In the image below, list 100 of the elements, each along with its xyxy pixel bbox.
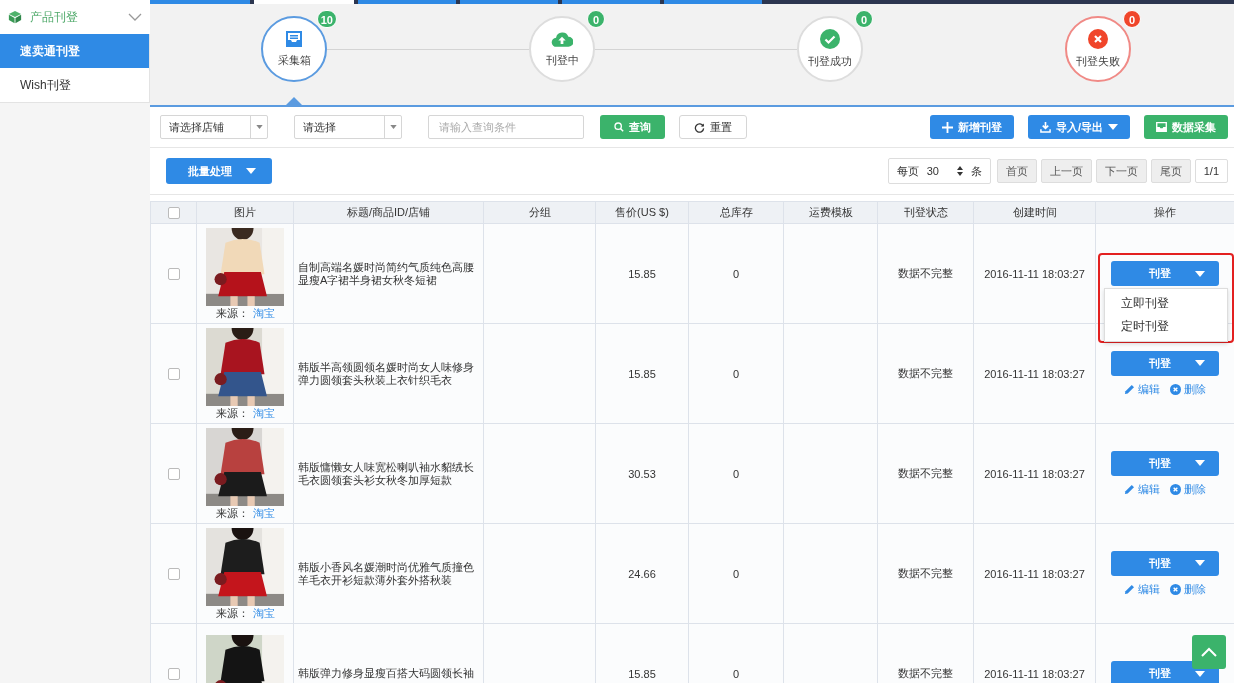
add-listing-button[interactable]: 新增刊登 bbox=[929, 115, 1014, 139]
publish-button[interactable]: 刊登 bbox=[1111, 550, 1219, 576]
edit-link[interactable]: 编辑 bbox=[1124, 481, 1160, 497]
delete-link[interactable]: 删除 bbox=[1170, 581, 1206, 597]
checkbox[interactable] bbox=[167, 568, 180, 581]
table-cell: 数据不完整 bbox=[877, 623, 974, 683]
caret-icon bbox=[1195, 460, 1205, 466]
checkbox[interactable] bbox=[167, 368, 180, 381]
column-header: 图片 bbox=[196, 201, 294, 224]
column-header: 总库存 bbox=[688, 201, 784, 224]
table-cell: 0 bbox=[688, 523, 784, 624]
plus-icon bbox=[941, 121, 953, 133]
table-cell: 2016-11-11 18:03:27 bbox=[973, 223, 1096, 324]
menu-item[interactable]: 定时刊登 bbox=[1105, 315, 1227, 338]
scroll-top-button[interactable] bbox=[1192, 635, 1226, 669]
table-cell: 24.66 bbox=[595, 523, 689, 624]
table-cell: 2016-11-11 18:03:27 bbox=[973, 323, 1096, 424]
column-header: 分组 bbox=[483, 201, 596, 224]
source-link[interactable]: 淘宝 bbox=[252, 605, 275, 620]
caret-icon bbox=[255, 125, 263, 129]
caret-icon bbox=[389, 125, 397, 129]
table-cell: 韩版小香风名媛潮时尚优雅气质撞色羊毛衣开衫短款薄外套外搭秋装 bbox=[293, 523, 484, 624]
column-header: 标题/商品ID/店铺 bbox=[293, 201, 484, 224]
batch-button[interactable]: 批量处理 bbox=[166, 158, 272, 184]
page-button[interactable]: 首页 bbox=[996, 159, 1037, 183]
delete-link[interactable]: 删除 bbox=[1170, 381, 1206, 397]
spinner-icon bbox=[956, 166, 963, 176]
source-label: 来源： bbox=[215, 505, 249, 520]
search-field[interactable]: 请输入查询条件 bbox=[428, 115, 584, 139]
page-indicator: 1/1 bbox=[1194, 159, 1228, 183]
chevron-up-icon bbox=[1201, 647, 1217, 657]
cloud-upload-icon bbox=[551, 30, 573, 48]
caret-icon bbox=[1108, 124, 1118, 130]
table-cell: 数据不完整 bbox=[877, 223, 974, 324]
shop-select[interactable]: 请选择店铺 bbox=[160, 115, 268, 139]
source-label: 来源： bbox=[215, 305, 249, 320]
count-badge: 0 bbox=[1123, 10, 1141, 28]
page-button[interactable]: 尾页 bbox=[1150, 159, 1191, 183]
checkbox[interactable] bbox=[167, 268, 180, 281]
table-cell: 数据不完整 bbox=[877, 323, 974, 424]
reset-button[interactable]: 重置 bbox=[679, 115, 747, 139]
menu-item[interactable]: 立即刊登 bbox=[1105, 292, 1227, 315]
table-cell: 自制高端名媛时尚简约气质纯色高腰显瘦A字裙半身裙女秋冬短裙 bbox=[293, 223, 484, 324]
inbox-icon bbox=[1156, 122, 1167, 132]
page-button[interactable]: 上一页 bbox=[1040, 159, 1092, 183]
checkbox[interactable] bbox=[167, 207, 180, 220]
source-link[interactable]: 淘宝 bbox=[252, 305, 275, 320]
source-label: 来源： bbox=[215, 405, 249, 420]
inbox-icon bbox=[284, 30, 304, 48]
pencil-icon bbox=[1124, 583, 1135, 595]
collect-button[interactable]: 数据采集 bbox=[1144, 115, 1228, 139]
edit-link[interactable]: 编辑 bbox=[1124, 581, 1160, 597]
table-cell: 2016-11-11 18:03:27 bbox=[973, 423, 1096, 524]
download-icon bbox=[1039, 121, 1051, 133]
sidebar-title: 产品刊登 bbox=[30, 8, 79, 26]
table-cell: 30.53 bbox=[595, 423, 689, 524]
table-cell: 15.85 bbox=[595, 323, 689, 424]
table-cell: 0 bbox=[688, 423, 784, 524]
sidebar-header[interactable]: 产品刊登 bbox=[0, 0, 150, 34]
sidebar-item[interactable]: 速卖通刊登 bbox=[0, 34, 150, 68]
refresh-icon bbox=[694, 121, 705, 133]
edit-link[interactable]: 编辑 bbox=[1124, 381, 1160, 397]
publish-button[interactable]: 刊登 bbox=[1111, 350, 1219, 376]
caret-icon bbox=[1195, 360, 1205, 366]
source-link[interactable]: 淘宝 bbox=[252, 505, 275, 520]
check-circle-icon bbox=[820, 29, 840, 49]
query-button[interactable]: 查询 bbox=[600, 115, 665, 139]
category-select[interactable]: 请选择 bbox=[294, 115, 402, 139]
count-badge: 10 bbox=[316, 10, 337, 28]
import-export-button[interactable]: 导入/导出 bbox=[1027, 115, 1130, 139]
table-cell: 韩版慵懒女人味宽松喇叭袖水貂绒长毛衣圆领套头衫女秋冬加厚短款 bbox=[293, 423, 484, 524]
column-header: 创建时间 bbox=[973, 201, 1096, 224]
column-header: 售价(US $) bbox=[595, 201, 689, 224]
table-cell: 0 bbox=[688, 623, 784, 683]
table-cell: 15.85 bbox=[595, 223, 689, 324]
column-header: 刊登状态 bbox=[877, 201, 974, 224]
publish-button[interactable]: 刊登 bbox=[1111, 450, 1219, 476]
page-size-field[interactable]: 每页 30 条 bbox=[887, 158, 991, 184]
caret-icon bbox=[1195, 560, 1205, 566]
pencil-icon bbox=[1124, 483, 1135, 495]
checkbox[interactable] bbox=[167, 668, 180, 681]
close-circle-icon bbox=[1170, 383, 1181, 395]
column-header: 运费模板 bbox=[783, 201, 878, 224]
checkbox[interactable] bbox=[167, 468, 180, 481]
close-circle-icon bbox=[1170, 483, 1181, 495]
publish-button[interactable]: 刊登 bbox=[1111, 661, 1219, 683]
table-cell: 数据不完整 bbox=[877, 523, 974, 624]
publish-button[interactable]: 刊登 bbox=[1111, 261, 1219, 286]
table-cell: 韩版弹力修身显瘦百搭大码圆领长袖 bbox=[293, 623, 484, 683]
pencil-icon bbox=[1124, 383, 1135, 395]
table-cell: 2016-11-11 18:03:27 bbox=[973, 523, 1096, 624]
caret-icon bbox=[1195, 270, 1205, 277]
sidebar-item[interactable]: Wish刊登 bbox=[0, 68, 150, 103]
delete-link[interactable]: 删除 bbox=[1170, 481, 1206, 497]
source-link[interactable]: 淘宝 bbox=[252, 405, 275, 420]
table-cell: 15.85 bbox=[595, 623, 689, 683]
column-header: 操作 bbox=[1095, 201, 1234, 224]
page-button[interactable]: 下一页 bbox=[1095, 159, 1147, 183]
table-cell: 0 bbox=[688, 223, 784, 324]
search-icon bbox=[614, 122, 624, 132]
